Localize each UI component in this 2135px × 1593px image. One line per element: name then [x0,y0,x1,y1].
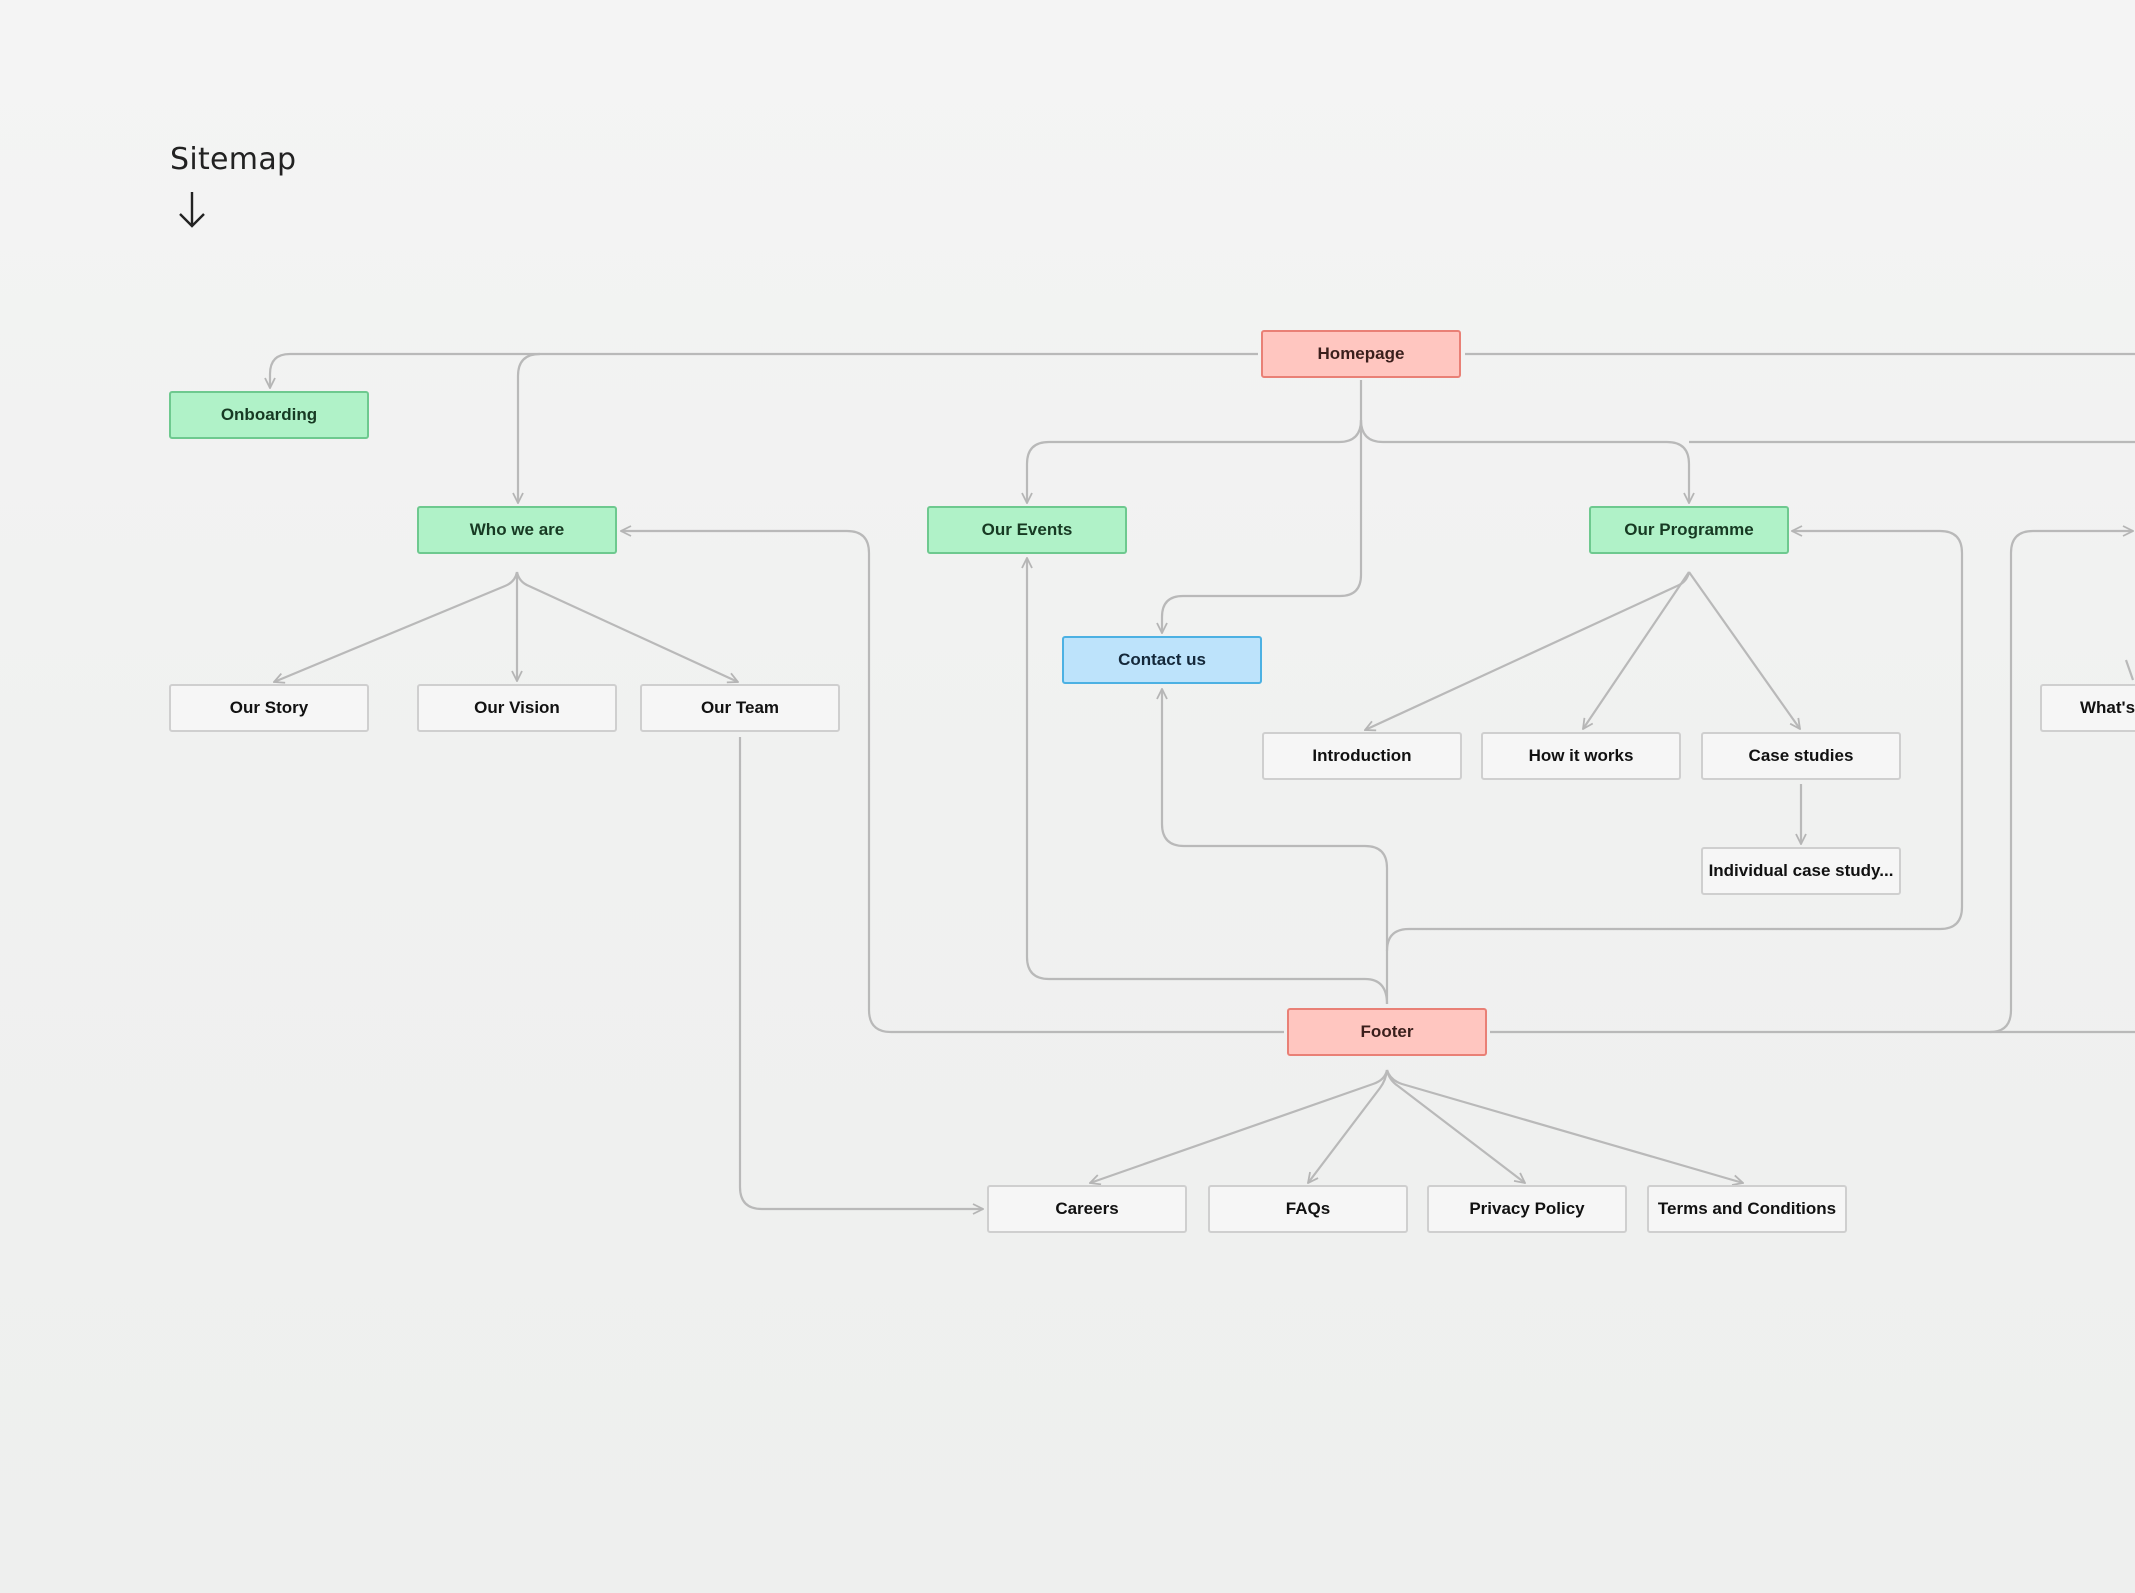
edge-homepage-our-events [1027,419,1363,503]
edge-footer-privacy [1385,1069,1525,1183]
node-contact-us[interactable]: Contact us [1062,636,1262,684]
node-privacy-policy[interactable]: Privacy Policy [1427,1185,1627,1233]
node-how-it-works[interactable]: How it works [1481,732,1681,780]
edge-homepage-onboarding [270,352,1258,388]
node-our-programme[interactable]: Our Programme [1589,506,1789,554]
node-our-events[interactable]: Our Events [927,506,1127,554]
edge-footer-our-events [1027,558,1389,1005]
node-introduction[interactable]: Introduction [1262,732,1462,780]
edge-programme-how-it-works [1583,571,1690,729]
node-who-we-are[interactable]: Who we are [417,506,617,554]
node-individual-case-study[interactable]: Individual case study... [1701,847,1901,895]
node-our-vision[interactable]: Our Vision [417,684,617,732]
sitemap-canvas: Sitemap Homepage Onboarding Who we are O… [0,0,2135,1593]
edge-footer-careers [1090,1069,1389,1183]
edge-who-we-are-our-team [515,571,738,682]
edge-homepage-our-programme [1359,419,1689,503]
node-terms-and-conditions[interactable]: Terms and Conditions [1647,1185,1847,1233]
edge-footer-terms [1385,1069,1743,1183]
edge-whats-stub [2124,659,2135,681]
edge-footer-who-we-are [621,531,1284,1034]
node-onboarding[interactable]: Onboarding [169,391,369,439]
edge-footer-faqs [1308,1069,1389,1183]
connector-layer [0,352,2135,1593]
edge-programme-case-studies [1688,571,1800,729]
edge-homepage-trunk [1162,380,1363,633]
node-our-story[interactable]: Our Story [169,684,369,732]
node-whats[interactable]: What's [2040,684,2135,732]
edge-who-we-are-our-story [274,571,519,682]
edge-our-team-careers [738,737,983,1209]
node-footer[interactable]: Footer [1287,1008,1487,1056]
edge-homepage-who-we-are [518,352,541,503]
node-faqs[interactable]: FAQs [1208,1185,1408,1233]
edge-programme-introduction [1365,571,1691,730]
node-case-studies[interactable]: Case studies [1701,732,1901,780]
node-our-team[interactable]: Our Team [640,684,840,732]
edge-footer-whats-section [1989,531,2133,1034]
node-homepage[interactable]: Homepage [1261,330,1461,378]
node-careers[interactable]: Careers [987,1185,1187,1233]
